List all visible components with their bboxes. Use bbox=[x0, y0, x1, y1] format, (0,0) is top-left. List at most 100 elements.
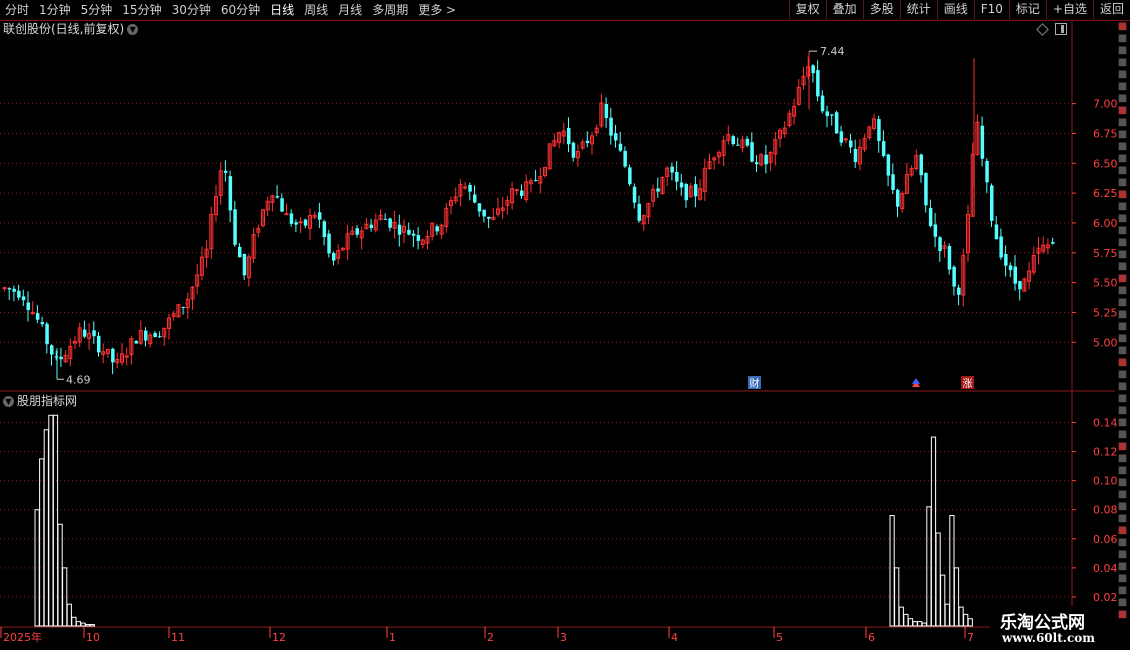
candle-body bbox=[1022, 278, 1027, 292]
strip-glyph: ■ bbox=[1117, 261, 1128, 272]
candle-body bbox=[623, 150, 627, 167]
up-arrow-marker-icon bbox=[912, 378, 920, 384]
candle-body bbox=[482, 209, 486, 217]
toolbar-button-2[interactable]: 多股 bbox=[862, 0, 900, 19]
strip-glyph: ■ bbox=[1117, 537, 1128, 548]
strip-glyph: ■ bbox=[1117, 249, 1128, 260]
candle-body bbox=[933, 224, 938, 237]
candle-body bbox=[228, 176, 233, 211]
candle-body bbox=[1045, 244, 1050, 249]
toolbar-button-1[interactable]: 叠加 bbox=[825, 0, 863, 19]
period-tab-3[interactable]: 15分钟 bbox=[117, 0, 166, 20]
candle-body bbox=[961, 254, 966, 296]
candle-body bbox=[740, 139, 745, 149]
strip-glyph: ■ bbox=[1117, 597, 1128, 608]
candle-body bbox=[1031, 254, 1036, 273]
candle-body bbox=[571, 142, 576, 158]
toolbar-button-3[interactable]: 统计 bbox=[899, 0, 937, 19]
indicator-title[interactable]: ▼ 股朋指标网 bbox=[3, 393, 77, 409]
candle-body bbox=[1004, 254, 1008, 266]
indicator-bar bbox=[39, 458, 45, 627]
candle-body bbox=[491, 216, 496, 220]
toolbar-buttons: 复权 叠加 多股 统计 画线 F10 标记 +自选 返回 bbox=[788, 0, 1130, 20]
strip-glyph: ■ bbox=[1117, 93, 1128, 104]
stock-title[interactable]: 联创股份(日线,前复权) ▼ bbox=[3, 21, 139, 37]
period-tab-7[interactable]: 周线 bbox=[299, 0, 333, 20]
low-marker-label: 4.69 bbox=[66, 373, 91, 386]
period-tab-9[interactable]: 多周期 bbox=[367, 0, 413, 20]
indicator-axis-label: 0.10 bbox=[1093, 475, 1118, 488]
candle-body bbox=[439, 224, 444, 235]
candle-body bbox=[524, 181, 529, 201]
candle-body bbox=[275, 196, 280, 198]
chevron-down-icon[interactable]: ▼ bbox=[3, 396, 14, 407]
period-tab-6[interactable]: 日线 bbox=[265, 0, 299, 20]
panel-toggle-icon[interactable] bbox=[1055, 23, 1067, 35]
period-tab-0[interactable]: 分时 bbox=[0, 0, 34, 20]
price-axis-label: 6.25 bbox=[1093, 187, 1118, 200]
candle-body bbox=[430, 222, 435, 237]
candle-body bbox=[538, 176, 543, 184]
period-tab-1[interactable]: 1分钟 bbox=[34, 0, 76, 20]
candle-body bbox=[580, 141, 585, 149]
candle-body bbox=[787, 113, 792, 126]
toolbar-button-8[interactable]: 返回 bbox=[1092, 0, 1130, 19]
candle-body bbox=[867, 126, 872, 139]
time-axis-label: 1 bbox=[389, 631, 396, 644]
period-tab-10[interactable]: 更多 > bbox=[413, 0, 461, 20]
toolbar-button-4[interactable]: 画线 bbox=[936, 0, 974, 19]
time-axis-label: 5 bbox=[776, 631, 783, 644]
candle-body bbox=[839, 131, 844, 143]
strip-glyph: ■ bbox=[1117, 357, 1128, 368]
period-tab-5[interactable]: 60分钟 bbox=[216, 0, 265, 20]
strip-glyph: ■ bbox=[1117, 489, 1128, 500]
candle-body bbox=[637, 203, 641, 221]
price-axis-label: 6.75 bbox=[1093, 127, 1118, 140]
period-tab-2[interactable]: 5分钟 bbox=[76, 0, 118, 20]
indicator-bar bbox=[912, 621, 918, 627]
strip-glyph: ■ bbox=[1117, 129, 1128, 140]
candle-body bbox=[261, 209, 265, 227]
candle-body bbox=[726, 134, 731, 141]
candle-body bbox=[359, 230, 364, 239]
candle-body bbox=[378, 214, 383, 220]
indicator-title-text: 股朋指标网 bbox=[17, 394, 78, 408]
candle-body bbox=[604, 104, 609, 119]
candle-body bbox=[514, 189, 519, 192]
toolbar-button-5[interactable]: F10 bbox=[973, 0, 1009, 19]
strip-glyph: ■ bbox=[1117, 225, 1128, 236]
kline-chart[interactable]: 7.00 6.75 6.50 6.25 6.00 5.75 5.50 5.25 5.00 0.14… bbox=[0, 0, 1130, 650]
watermark-url: www.60lt.com bbox=[1002, 631, 1095, 645]
candle-body bbox=[830, 114, 834, 116]
candle-body bbox=[707, 161, 712, 170]
candle-body bbox=[778, 129, 782, 139]
candle-body bbox=[909, 167, 914, 176]
right-info-strip[interactable]: ■ ■ ■ ■ ■ ■ ■ ■ ■ ■ ■ ■ ■ ■ ■ ■ ■ ■ ■ ■ ■ ■ ■ ■ ■ ■ ■ ■ ■ ■ ■ ■ ■ ■ ■ ■ ■ ■ ■ ■… bbox=[1115, 21, 1130, 626]
period-tab-8[interactable]: 月线 bbox=[333, 0, 367, 20]
candle-body bbox=[806, 66, 811, 77]
candle-body bbox=[947, 246, 952, 270]
candle-body bbox=[782, 127, 787, 135]
indicator-axis-label: 0.14 bbox=[1093, 417, 1118, 430]
toolbar-button-6[interactable]: 标记 bbox=[1008, 0, 1046, 19]
strip-glyph: ■ bbox=[1117, 141, 1128, 152]
strip-glyph: ■ bbox=[1117, 201, 1128, 212]
chevron-down-icon[interactable]: ▼ bbox=[127, 24, 139, 35]
toolbar-button-7[interactable]: +自选 bbox=[1045, 0, 1093, 19]
strip-glyph: ■ bbox=[1117, 165, 1128, 176]
candle-body bbox=[825, 111, 829, 117]
candle-body bbox=[764, 154, 768, 165]
candle-body bbox=[129, 338, 134, 356]
candle-body bbox=[896, 189, 900, 207]
candle-body bbox=[214, 196, 218, 216]
diamond-icon[interactable] bbox=[1036, 23, 1049, 36]
candle-body bbox=[312, 214, 317, 218]
indicator-bar bbox=[953, 567, 960, 627]
toolbar-button-0[interactable]: 复权 bbox=[788, 0, 826, 19]
candle-body bbox=[158, 336, 162, 338]
up-arrow-marker-icon bbox=[912, 381, 920, 387]
strip-glyph: ■ bbox=[1117, 237, 1128, 248]
candle-body bbox=[63, 354, 68, 363]
period-tab-4[interactable]: 30分钟 bbox=[167, 0, 216, 20]
candle-body bbox=[843, 138, 848, 141]
